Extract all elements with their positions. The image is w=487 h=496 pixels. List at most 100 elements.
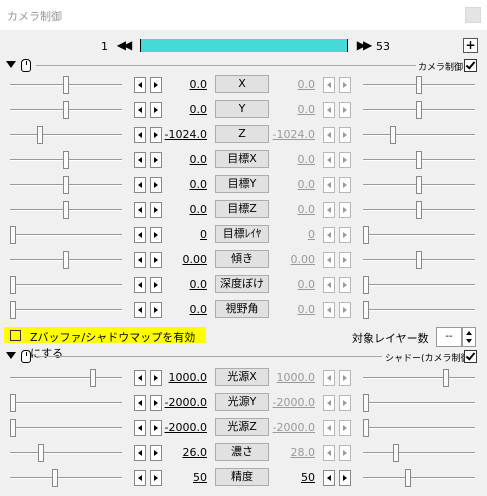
end-increment-button[interactable]	[339, 177, 351, 193]
slider-thumb[interactable]	[52, 469, 59, 487]
start-slider[interactable]	[10, 444, 122, 462]
end-value[interactable]: 28.0	[250, 446, 316, 459]
end-decrement-button[interactable]	[323, 302, 335, 318]
end-value[interactable]: -2000.0	[250, 396, 315, 409]
end-decrement-button[interactable]	[323, 102, 335, 118]
end-slider[interactable]	[363, 276, 475, 294]
end-value[interactable]: 0.0	[250, 153, 316, 166]
double-right-icon[interactable]: ▶▶	[355, 38, 372, 52]
slider-thumb[interactable]	[10, 301, 16, 319]
start-slider[interactable]	[10, 276, 122, 294]
up-arrow-icon[interactable]	[466, 331, 472, 335]
slider-thumb[interactable]	[89, 369, 96, 387]
start-slider[interactable]	[10, 469, 122, 487]
slider-thumb[interactable]	[63, 151, 69, 169]
camera-section-checkbox[interactable]	[464, 59, 477, 72]
slider-thumb[interactable]	[416, 251, 422, 269]
slider-thumb[interactable]	[363, 226, 369, 244]
zbuffer-checkbox[interactable]	[10, 330, 21, 341]
end-decrement-button[interactable]	[323, 227, 335, 243]
start-slider[interactable]	[10, 419, 122, 437]
end-increment-button[interactable]	[339, 370, 351, 386]
end-value[interactable]: 0.0	[250, 303, 316, 316]
end-slider[interactable]	[363, 419, 475, 437]
end-increment-button[interactable]	[339, 277, 351, 293]
end-value[interactable]: -2000.0	[250, 421, 315, 434]
start-value[interactable]: 0.0	[142, 178, 208, 191]
start-slider[interactable]	[10, 226, 122, 244]
end-increment-button[interactable]	[339, 127, 351, 143]
slider-thumb[interactable]	[10, 419, 16, 437]
end-decrement-button[interactable]	[323, 252, 335, 268]
slider-thumb[interactable]	[442, 369, 449, 387]
start-value[interactable]: -2000.0	[142, 421, 207, 434]
collapse-arrow-icon[interactable]	[6, 61, 16, 68]
slider-thumb[interactable]	[363, 276, 369, 294]
start-slider[interactable]	[10, 176, 122, 194]
end-value[interactable]: 0.0	[250, 278, 316, 291]
end-slider[interactable]	[363, 226, 475, 244]
slider-thumb[interactable]	[10, 226, 16, 244]
end-increment-button[interactable]	[339, 420, 351, 436]
end-value[interactable]: 50	[250, 471, 315, 484]
end-slider[interactable]	[363, 444, 475, 462]
end-decrement-button[interactable]	[323, 470, 335, 486]
slider-thumb[interactable]	[37, 444, 44, 462]
start-value[interactable]: -1024.0	[142, 128, 207, 141]
shadow-section-checkbox[interactable]	[464, 350, 477, 363]
slider-thumb[interactable]	[10, 276, 16, 294]
end-decrement-button[interactable]	[323, 202, 335, 218]
slider-thumb[interactable]	[389, 126, 396, 144]
start-value[interactable]: 0.0	[142, 153, 208, 166]
end-value[interactable]: 1000.0	[250, 371, 316, 384]
slider-thumb[interactable]	[36, 126, 43, 144]
end-increment-button[interactable]	[339, 252, 351, 268]
slider-thumb[interactable]	[363, 419, 369, 437]
start-value[interactable]: 0	[142, 228, 207, 241]
end-decrement-button[interactable]	[323, 177, 335, 193]
end-increment-button[interactable]	[339, 152, 351, 168]
start-slider[interactable]	[10, 369, 122, 387]
end-increment-button[interactable]	[339, 470, 351, 486]
end-value[interactable]: 0.0	[250, 178, 316, 191]
slider-thumb[interactable]	[63, 251, 69, 269]
end-decrement-button[interactable]	[323, 277, 335, 293]
start-value[interactable]: 0.00	[142, 253, 208, 266]
start-slider[interactable]	[10, 101, 122, 119]
end-value[interactable]: -1024.0	[250, 128, 315, 141]
end-decrement-button[interactable]	[323, 445, 335, 461]
end-slider[interactable]	[363, 251, 475, 269]
end-slider[interactable]	[363, 201, 475, 219]
end-value[interactable]: 0.0	[250, 103, 316, 116]
slider-thumb[interactable]	[63, 76, 69, 94]
start-slider[interactable]	[10, 151, 122, 169]
end-slider[interactable]	[363, 369, 475, 387]
slider-thumb[interactable]	[416, 101, 422, 119]
start-slider[interactable]	[10, 301, 122, 319]
start-slider[interactable]	[10, 201, 122, 219]
zbuffer-option[interactable]: Zバッファ/シャドウマップを有効にする	[4, 327, 206, 360]
end-slider[interactable]	[363, 126, 475, 144]
end-value[interactable]: 0.00	[250, 253, 316, 266]
end-decrement-button[interactable]	[323, 420, 335, 436]
start-value[interactable]: 0.0	[142, 278, 208, 291]
slider-thumb[interactable]	[416, 76, 422, 94]
slider-thumb[interactable]	[416, 201, 422, 219]
end-increment-button[interactable]	[339, 102, 351, 118]
start-slider[interactable]	[10, 251, 122, 269]
start-value[interactable]: 0.0	[142, 103, 208, 116]
start-value[interactable]: 50	[142, 471, 207, 484]
end-decrement-button[interactable]	[323, 77, 335, 93]
close-button[interactable]	[465, 7, 481, 23]
end-increment-button[interactable]	[339, 77, 351, 93]
slider-thumb[interactable]	[63, 201, 69, 219]
end-slider[interactable]	[363, 76, 475, 94]
slider-thumb[interactable]	[10, 394, 16, 412]
end-increment-button[interactable]	[339, 302, 351, 318]
end-increment-button[interactable]	[339, 395, 351, 411]
start-value[interactable]: 1000.0	[142, 371, 208, 384]
target-layer-count-stepper[interactable]	[462, 327, 476, 347]
down-arrow-icon[interactable]	[466, 339, 472, 343]
end-slider[interactable]	[363, 101, 475, 119]
slider-thumb[interactable]	[416, 176, 422, 194]
